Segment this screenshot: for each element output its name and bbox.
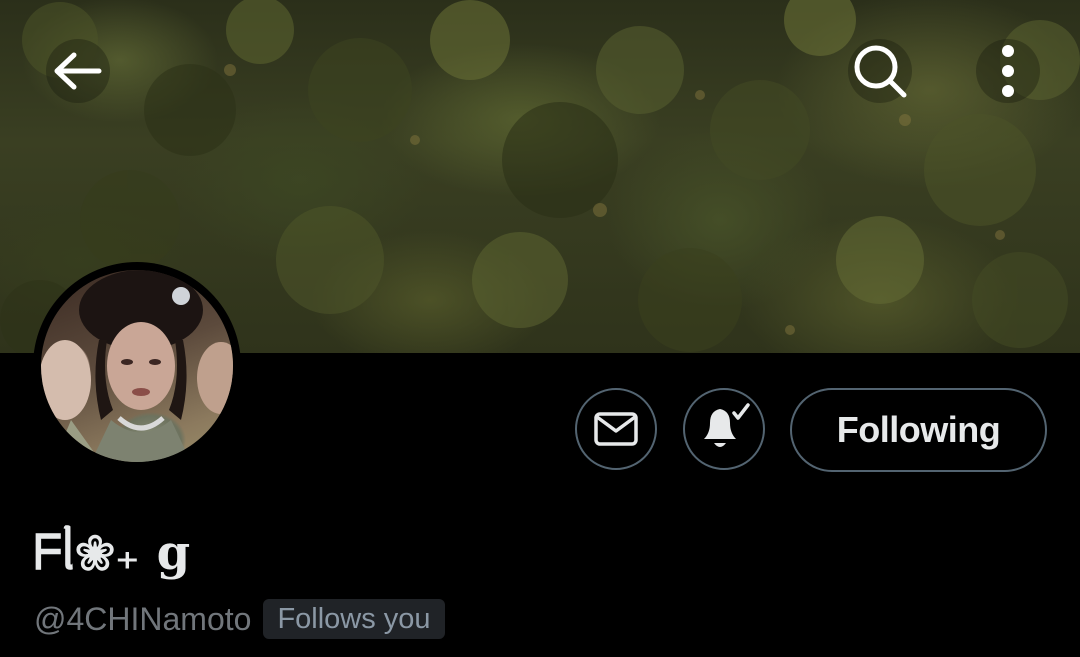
bell-check-icon xyxy=(704,403,750,447)
avatar-photo xyxy=(41,270,233,462)
search-icon xyxy=(854,45,907,98)
notifications-button[interactable] xyxy=(683,388,765,470)
mail-icon xyxy=(594,412,638,446)
more-options-button[interactable] xyxy=(976,39,1040,103)
display-name: ᖴᥣ❀₊ g xyxy=(34,525,191,581)
following-button[interactable]: Following xyxy=(790,388,1047,472)
back-button[interactable] xyxy=(46,39,110,103)
user-handle: @4CHINamoto xyxy=(34,601,252,637)
handle-row: @4CHINamoto Follows you xyxy=(34,598,445,640)
follows-you-badge: Follows you xyxy=(263,599,445,639)
avatar[interactable] xyxy=(33,262,241,470)
search-button[interactable] xyxy=(848,39,912,103)
message-button[interactable] xyxy=(575,388,657,470)
avatar-image xyxy=(41,270,233,462)
arrow-left-icon xyxy=(54,52,102,90)
more-vertical-icon xyxy=(1002,45,1014,97)
profile-page: Following ᖴᥣ❀₊ g @4CHINamoto Follows you xyxy=(0,0,1080,657)
